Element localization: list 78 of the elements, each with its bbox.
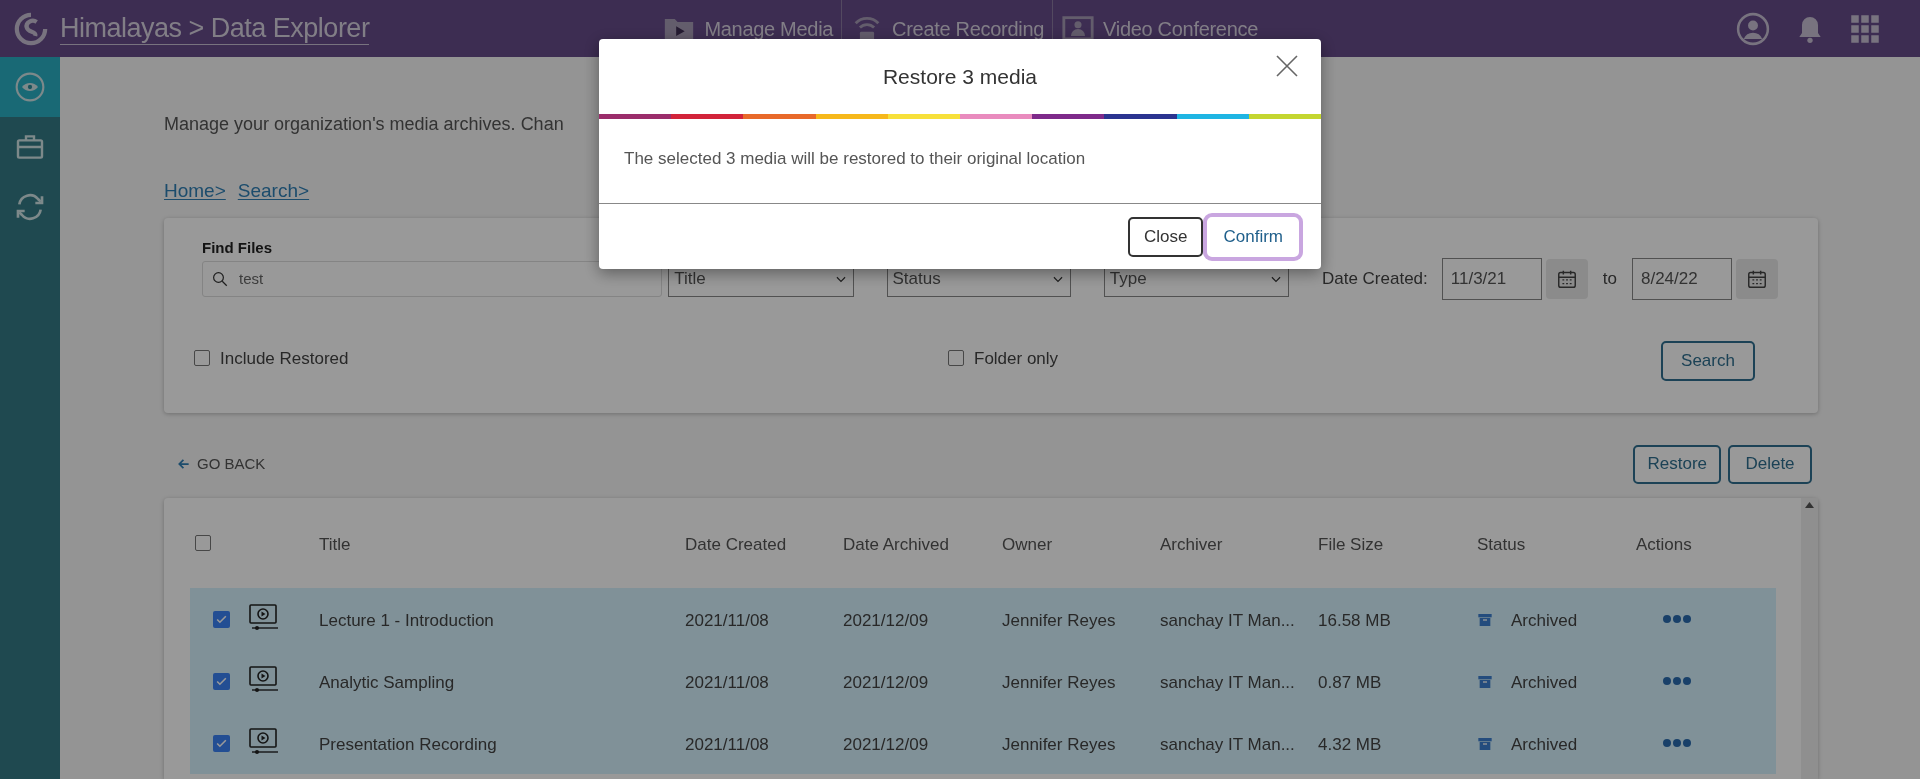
calendar-button[interactable]: [1736, 258, 1778, 299]
column-header[interactable]: Archiver: [1160, 531, 1223, 557]
status-cell: Archived: [1477, 607, 1578, 633]
column-header[interactable]: Date Archived: [843, 531, 949, 557]
search-button[interactable]: Search: [1661, 340, 1755, 381]
dialog-message: The selected 3 media will be restored to their original location: [623, 148, 1087, 170]
table-row[interactable]: Lecture 1 - Introduction 2021/11/08 2021/12/09 Jennifer Reyes sanchay IT Man... 16.58 MB Archived: [190, 587, 1776, 650]
archive-box-icon: [1477, 736, 1493, 753]
table-cell-text: Analytic Sampling: [319, 671, 455, 694]
logo-icon: [14, 11, 48, 46]
table-cell-text: 2021/11/08: [685, 671, 769, 694]
date-field[interactable]: 11/3/21: [1441, 257, 1542, 300]
table-cell-text: sanchay IT Man...: [1160, 609, 1295, 632]
table-cell-text: Lecture 1 - Introduction: [319, 609, 494, 632]
user-icon[interactable]: [1736, 11, 1770, 46]
table-cell-text: 2021/12/09: [843, 733, 929, 756]
column-header[interactable]: Actions: [1636, 531, 1692, 557]
table-cell-text: 16.58 MB: [1318, 609, 1391, 632]
table-cell-text: Jennifer Reyes: [1002, 733, 1116, 756]
table-cell-text: 2021/11/08: [685, 609, 769, 632]
more-options-icon[interactable]: [1662, 613, 1692, 624]
table-cell-text: 0.87 MB: [1318, 671, 1382, 694]
column-header[interactable]: File Size: [1318, 531, 1384, 557]
archive-box-icon: [1477, 674, 1493, 691]
table-cell-text: 2021/12/09: [843, 609, 929, 632]
action-button[interactable]: Delete: [1728, 444, 1812, 484]
column-header[interactable]: Date Created: [685, 531, 787, 557]
table-cell-text: Jennifer Reyes: [1002, 671, 1116, 694]
checkbox[interactable]: Folder only: [948, 345, 1059, 371]
field-label: Find Files: [202, 237, 273, 258]
calendar-button[interactable]: [1545, 258, 1588, 299]
breadcrumb-link[interactable]: Home>: [164, 177, 226, 206]
video-file-icon: [248, 603, 280, 632]
column-header[interactable]: Owner: [1002, 531, 1053, 557]
video-file-icon: [248, 665, 280, 694]
app-grid-icon[interactable]: [1850, 13, 1880, 44]
status-cell: Archived: [1477, 731, 1578, 757]
row-checkbox[interactable]: [213, 672, 230, 690]
table-cell-text: sanchay IT Man...: [1160, 733, 1295, 756]
column-header[interactable]: Title: [319, 531, 351, 557]
dialog-button[interactable]: Close: [1128, 216, 1204, 257]
more-options-icon[interactable]: [1662, 737, 1692, 748]
description-text: Manage your organization's media archives. Chan: [164, 113, 564, 136]
sync-icon: [14, 191, 46, 223]
nav-link[interactable]: Manage Media: [654, 0, 842, 57]
table-cell-text: 2021/11/08: [685, 733, 769, 756]
scrollbar[interactable]: [1801, 497, 1818, 779]
row-checkbox[interactable]: [213, 734, 230, 752]
select-all-checkbox[interactable]: [195, 534, 211, 551]
sidebar-item[interactable]: [0, 57, 60, 117]
date-separator: to: [1602, 267, 1617, 290]
table-cell-text: Presentation Recording: [319, 733, 497, 756]
video-file-icon: [248, 727, 280, 756]
status-cell: Archived: [1477, 669, 1578, 695]
table-row[interactable]: Analytic Sampling 2021/11/08 2021/12/09 Jennifer Reyes sanchay IT Man... 0.87 MB Archived: [190, 649, 1776, 712]
arrow-left-icon: [177, 457, 191, 471]
table-cell-text: Jennifer Reyes: [1002, 609, 1116, 632]
table-row[interactable]: Presentation Recording 2021/11/08 2021/12/09 Jennifer Reyes sanchay IT Man... 4.32 MB Archived: [190, 711, 1776, 774]
archive-box-icon: [1477, 612, 1493, 629]
go-back-link[interactable]: GO BACK: [177, 452, 266, 476]
action-button[interactable]: Restore: [1633, 444, 1721, 484]
more-options-icon[interactable]: [1662, 675, 1692, 686]
app-title[interactable]: Himalayas > Data Explorer: [60, 12, 370, 45]
dialog-title: Restore 3 media: [882, 63, 1038, 90]
breadcrumb-link[interactable]: Search>: [237, 177, 310, 206]
date-label: Date Created:: [1321, 267, 1428, 290]
search-icon: [211, 269, 229, 288]
close-icon[interactable]: [1275, 54, 1299, 78]
table-cell-text: 4.32 MB: [1318, 733, 1382, 756]
table-cell-text: 2021/12/09: [843, 671, 929, 694]
column-header[interactable]: Status: [1477, 531, 1526, 557]
checkbox[interactable]: Include Restored: [194, 345, 349, 371]
table-cell-text: sanchay IT Man...: [1160, 671, 1295, 694]
search-field[interactable]: test: [202, 260, 663, 297]
row-checkbox[interactable]: [213, 610, 230, 628]
scroll-up-arrow-icon: [1805, 501, 1814, 508]
date-field[interactable]: 8/24/22: [1632, 257, 1732, 300]
eye-icon: [14, 71, 46, 103]
